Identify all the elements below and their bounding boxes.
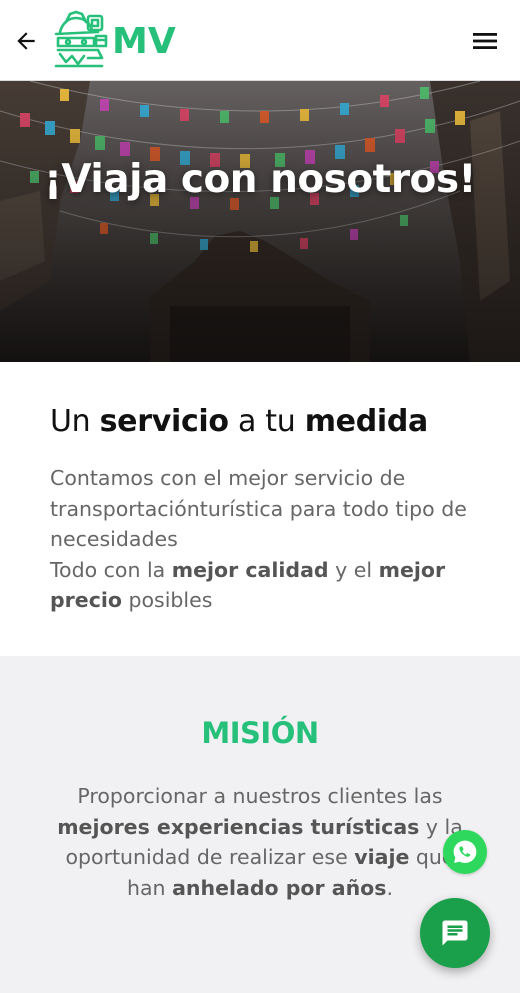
app-header: MV (0, 0, 520, 81)
service-description-line2: Todo con la mejor calidad y el mejor pre… (50, 557, 446, 613)
service-title: Un servicio a tu medida (50, 404, 428, 439)
service-description-line1: Contamos con el mejor servicio de transp… (50, 466, 467, 551)
brand-logo[interactable]: MV (52, 10, 176, 72)
menu-button[interactable] (470, 27, 500, 55)
aztec-sombrero-head-logo (54, 10, 108, 68)
logo-text: MV (112, 20, 176, 62)
hamburger-menu-icon (473, 33, 497, 49)
back-button[interactable] (10, 25, 42, 57)
mision-description: Proporcionar a nuestros clientes las mej… (57, 784, 463, 900)
whatsapp-icon (453, 840, 477, 863)
arrow-left-icon (17, 32, 35, 50)
hero-banner: ¡Viaja con nosotros! (0, 81, 520, 362)
chat-button[interactable] (420, 898, 490, 968)
hero-background-image (0, 81, 520, 362)
service-description: Contamos con el mejor servicio de transp… (50, 463, 480, 616)
service-section: Un servicio a tu medida Contamos con el … (0, 362, 520, 656)
chat-bubble-icon (442, 920, 468, 946)
mision-title: MISIÓN (201, 716, 319, 750)
whatsapp-button[interactable] (443, 830, 487, 874)
hero-title: ¡Viaja con nosotros! (44, 157, 476, 202)
